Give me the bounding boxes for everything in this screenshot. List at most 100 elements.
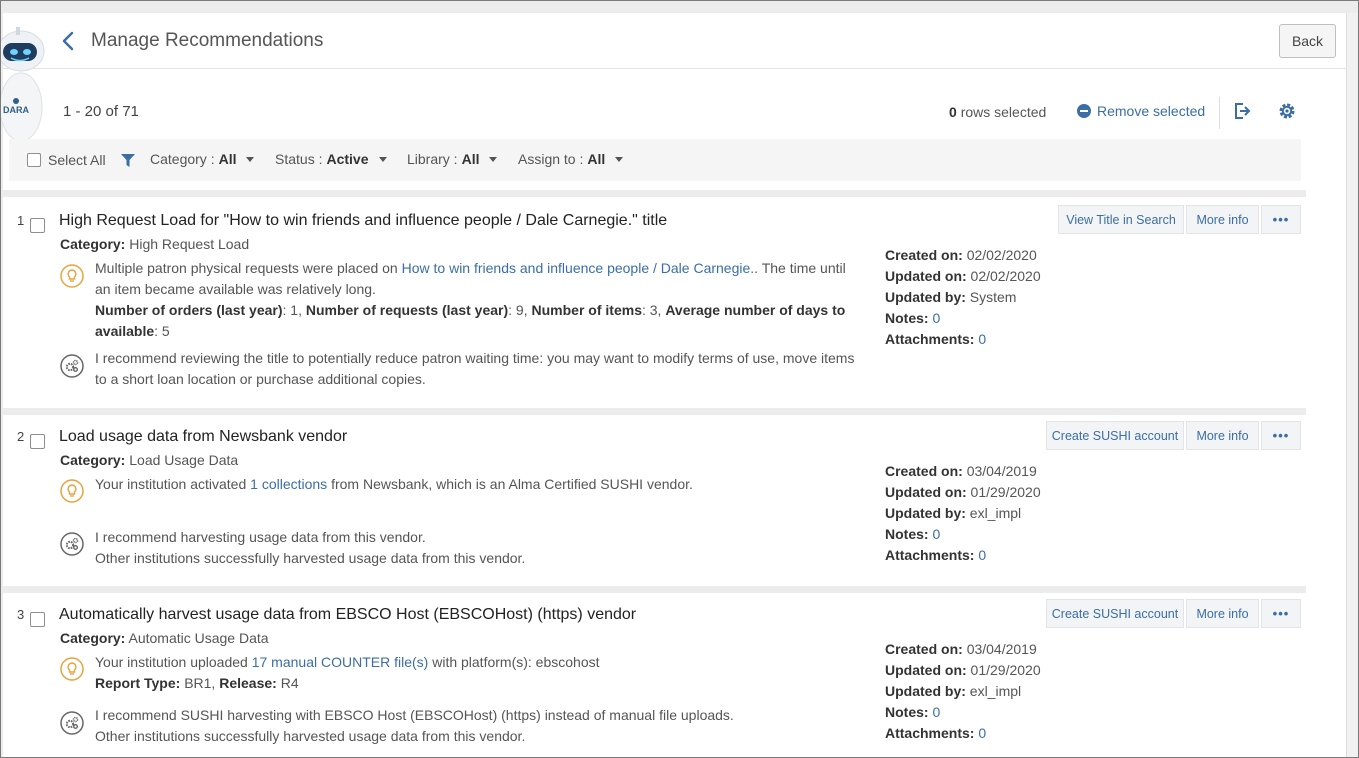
requests-value: : 9, (508, 302, 532, 318)
attachments-label: Attachments: (885, 547, 975, 563)
notes-link[interactable]: 0 (932, 704, 940, 720)
remove-selected-button[interactable]: Remove selected (1077, 103, 1205, 119)
category-value: High Request Load (129, 236, 250, 252)
select-all-label: Select All (48, 152, 106, 168)
status-filter-value: Active (326, 151, 369, 167)
attachments: Attachments: 0 (885, 545, 1041, 566)
remove-selected-label: Remove selected (1097, 103, 1206, 119)
recommendation-row: 2 Load usage data from Newsbank vendor C… (3, 415, 1306, 586)
updated-by: Updated by: exl_impl (885, 681, 1041, 702)
export-icon[interactable] (1232, 101, 1252, 121)
more-info-button[interactable]: More info (1186, 205, 1259, 234)
attachments-link[interactable]: 0 (978, 725, 986, 741)
recommendation-meta: Created on: 03/04/2019 Updated on: 01/29… (885, 639, 1041, 744)
row-checkbox[interactable] (30, 434, 45, 449)
filter-funnel-icon[interactable] (121, 154, 135, 167)
filter-bar: Select All Category : All Status : Activ… (9, 139, 1301, 181)
recommendation-row: 1 High Request Load for "How to win frie… (3, 197, 1306, 408)
library-filter-dropdown[interactable]: Library : All (407, 151, 498, 167)
notes-link[interactable]: 0 (932, 526, 940, 542)
row-checkbox[interactable] (30, 218, 45, 233)
updated-by-label: Updated by: (885, 289, 966, 305)
title-link[interactable]: How to win friends and influence people … (402, 260, 755, 276)
recommendation-line-1: I recommend harvesting usage data from t… (95, 529, 426, 545)
create-sushi-account-button[interactable]: Create SUSHI account (1046, 599, 1184, 628)
more-actions-button[interactable]: ••• (1261, 599, 1301, 628)
avg-days-value: : 5 (154, 323, 170, 339)
create-sushi-account-button[interactable]: Create SUSHI account (1046, 421, 1184, 450)
orders-value: : 1, (282, 302, 306, 318)
created-on-value: 02/02/2020 (966, 247, 1037, 263)
more-info-button[interactable]: More info (1186, 599, 1259, 628)
row-checkbox[interactable] (30, 612, 45, 627)
back-button[interactable]: Back (1279, 24, 1336, 58)
attachments-label: Attachments: (885, 725, 975, 741)
recommendation-meta: Created on: 03/04/2019 Updated on: 01/29… (885, 461, 1041, 566)
select-all-box[interactable] (27, 153, 41, 167)
rows-selected-count: 0 (949, 104, 957, 120)
updated-by: Updated by: System (885, 287, 1041, 308)
more-info-button[interactable]: More info (1186, 421, 1259, 450)
page-header: Manage Recommendations Back (3, 13, 1346, 69)
insight-text-end: with platform(s): ebscohost (428, 654, 600, 670)
recommendation-meta: Created on: 02/02/2020 Updated on: 02/02… (885, 245, 1041, 350)
caret-down-icon (246, 156, 255, 162)
requests-label: Number of requests (last year) (305, 302, 509, 318)
attachments-link[interactable]: 0 (978, 331, 986, 347)
counter-files-link[interactable]: 17 manual COUNTER file(s) (252, 654, 429, 670)
status-filter-label: Status : (275, 151, 323, 167)
category-label: Category: (60, 452, 126, 468)
recommendation-title: Automatically harvest usage data from EB… (59, 606, 637, 623)
row-number: 2 (17, 429, 25, 444)
updated-by-label: Updated by: (885, 683, 966, 699)
notes: Notes: 0 (885, 308, 1041, 329)
items-label: Number of items (531, 302, 642, 318)
created-on: Created on: 03/04/2019 (885, 639, 1041, 660)
row-number: 3 (17, 607, 25, 622)
notes-link[interactable]: 0 (932, 310, 940, 326)
view-title-in-search-button[interactable]: View Title in Search (1058, 205, 1184, 234)
recommendation-category: Category: Load Usage Data (60, 452, 238, 468)
attachments-link[interactable]: 0 (978, 547, 986, 563)
updated-by-value: exl_impl (969, 505, 1022, 521)
notes-label: Notes: (885, 704, 929, 720)
assign-to-filter-dropdown[interactable]: Assign to : All (518, 151, 624, 167)
page-title: Manage Recommendations (91, 30, 324, 51)
chevron-left-icon[interactable] (59, 29, 79, 53)
created-on: Created on: 02/02/2020 (885, 245, 1041, 266)
row-number: 1 (17, 213, 25, 228)
lightbulb-icon (60, 657, 84, 681)
created-on-label: Created on: (885, 247, 963, 263)
top-strip (1, 1, 1358, 13)
more-actions-button[interactable]: ••• (1261, 205, 1301, 234)
category-value: Load Usage Data (129, 452, 239, 468)
toolbar-divider (1219, 97, 1220, 129)
updated-on: Updated on: 02/02/2020 (885, 266, 1041, 287)
recommendation-text: I recommend harvesting usage data from t… (95, 527, 855, 569)
insight-text: Multiple patron physical requests were p… (95, 258, 855, 342)
insight-text-end: from Newsbank, which is an Alma Certifie… (327, 476, 693, 492)
row-separator (3, 408, 1306, 415)
recommendation-line-1: I recommend SUSHI harvesting with EBSCO … (95, 707, 734, 723)
robot-assistant-icon[interactable]: DARA (0, 21, 47, 139)
category-filter-dropdown[interactable]: Category : All (150, 151, 255, 167)
recommendation-row: 3 Automatically harvest usage data from … (3, 593, 1306, 757)
updated-by-value: exl_impl (969, 683, 1022, 699)
recommendation-category: Category: High Request Load (60, 236, 249, 252)
library-filter-value: All (461, 151, 480, 167)
collections-link[interactable]: 1 collections (250, 476, 327, 492)
created-on-label: Created on: (885, 641, 963, 657)
recommendation-title: Load usage data from Newsbank vendor (59, 428, 348, 445)
more-actions-button[interactable]: ••• (1261, 421, 1301, 450)
cogs-icon (60, 711, 84, 735)
created-on-value: 03/04/2019 (966, 641, 1037, 657)
insight-text-start: Multiple patron physical requests were p… (95, 260, 402, 276)
select-all-checkbox[interactable]: Select All (27, 152, 106, 168)
vertical-scrollbar[interactable] (1346, 13, 1358, 757)
status-filter-dropdown[interactable]: Status : Active (275, 151, 387, 167)
insight-text: Your institution uploaded 17 manual COUN… (95, 652, 855, 694)
notes-label: Notes: (885, 310, 929, 326)
settings-gear-icon[interactable] (1277, 101, 1297, 121)
updated-on: Updated on: 01/29/2020 (885, 482, 1041, 503)
updated-on-value: 01/29/2020 (970, 662, 1041, 678)
